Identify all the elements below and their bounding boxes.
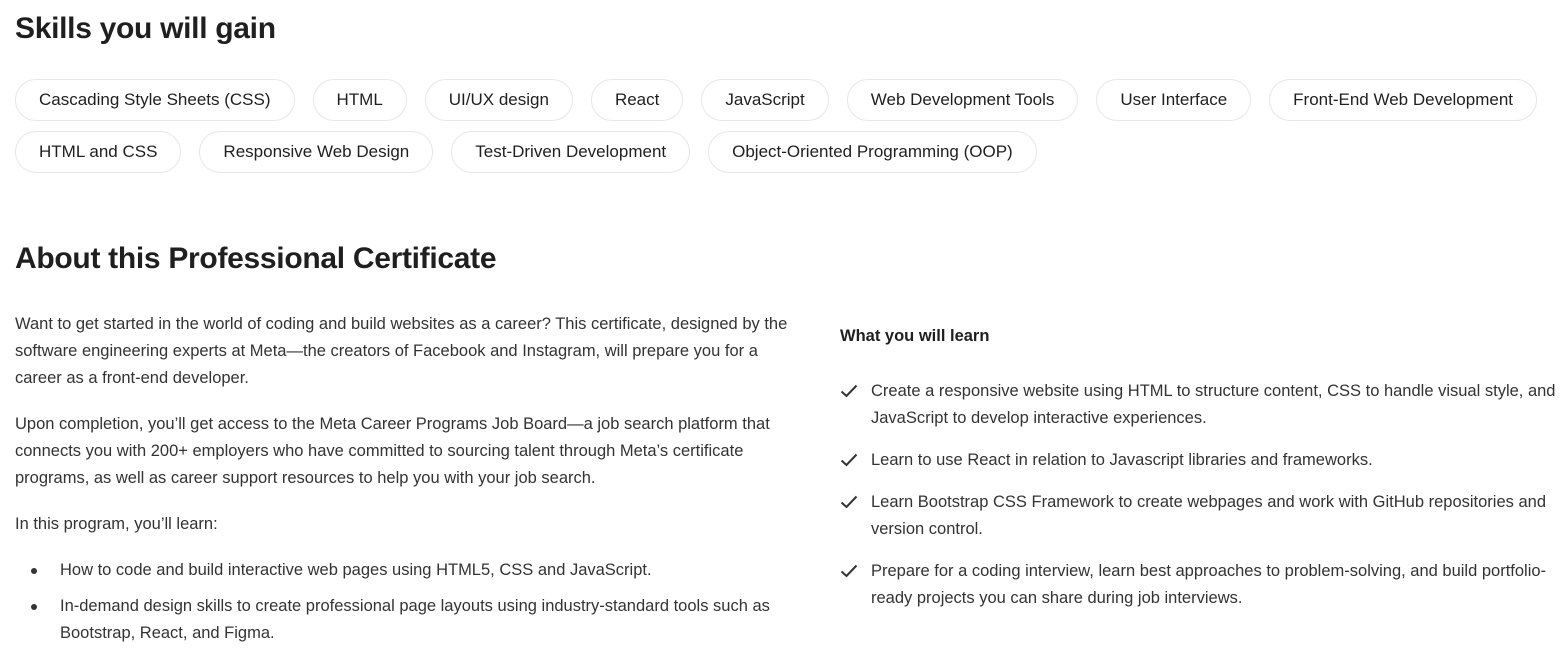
about-description: Want to get started in the world of codi… xyxy=(15,311,800,656)
about-bullet-item: In-demand design skills to create profes… xyxy=(15,593,800,647)
skill-pill[interactable]: React xyxy=(590,79,684,121)
about-bullet-text: In-demand design skills to create profes… xyxy=(60,597,770,642)
check-icon xyxy=(840,453,858,467)
skill-pill[interactable]: Web Development Tools xyxy=(846,79,1079,121)
skill-pill[interactable]: JavaScript xyxy=(701,79,829,121)
learn-item: Learn Bootstrap CSS Framework to create … xyxy=(840,489,1560,543)
skill-pill[interactable]: Cascading Style Sheets (CSS) xyxy=(15,79,295,121)
check-icon xyxy=(840,384,858,398)
skill-pill[interactable]: HTML xyxy=(312,79,407,121)
bullet-dot-icon xyxy=(31,568,37,574)
learn-item: Learn to use React in relation to Javasc… xyxy=(840,447,1560,474)
about-section-title: About this Professional Certificate xyxy=(15,242,497,275)
about-bullet-list: How to code and build interactive web pa… xyxy=(15,557,800,647)
skill-pill[interactable]: Object-Oriented Programming (OOP) xyxy=(708,131,1037,173)
learn-item-text: Learn to use React in relation to Javasc… xyxy=(871,451,1373,469)
skills-pill-list: Cascading Style Sheets (CSS) HTML UI/UX … xyxy=(15,79,1555,173)
bullet-dot-icon xyxy=(31,604,37,610)
what-you-will-learn-title: What you will learn xyxy=(840,327,990,345)
learn-item-text: Prepare for a coding interview, learn be… xyxy=(871,562,1547,607)
learn-item: Create a responsive website using HTML t… xyxy=(840,378,1560,432)
what-you-will-learn-panel: What you will learn Create a responsive … xyxy=(840,323,1560,627)
learn-item: Prepare for a coding interview, learn be… xyxy=(840,558,1560,612)
check-icon xyxy=(840,495,858,509)
about-bullet-item: How to code and build interactive web pa… xyxy=(15,557,800,584)
learn-item-text: Learn Bootstrap CSS Framework to create … xyxy=(871,493,1546,538)
about-paragraph: Want to get started in the world of codi… xyxy=(15,315,788,387)
about-paragraph: Upon completion, you’ll get access to th… xyxy=(15,415,770,487)
skill-pill[interactable]: Front-End Web Development xyxy=(1269,79,1538,121)
skill-pill[interactable]: UI/UX design xyxy=(424,79,573,121)
check-icon xyxy=(840,564,858,578)
about-bullet-text: How to code and build interactive web pa… xyxy=(60,561,652,579)
learn-item-text: Create a responsive website using HTML t… xyxy=(871,382,1556,427)
skill-pill[interactable]: HTML and CSS xyxy=(15,131,182,173)
skill-pill[interactable]: User Interface xyxy=(1096,79,1252,121)
about-paragraph: In this program, you’ll learn: xyxy=(15,515,218,533)
skills-section-title: Skills you will gain xyxy=(15,12,276,45)
skill-pill[interactable]: Test-Driven Development xyxy=(451,131,691,173)
skill-pill[interactable]: Responsive Web Design xyxy=(199,131,434,173)
